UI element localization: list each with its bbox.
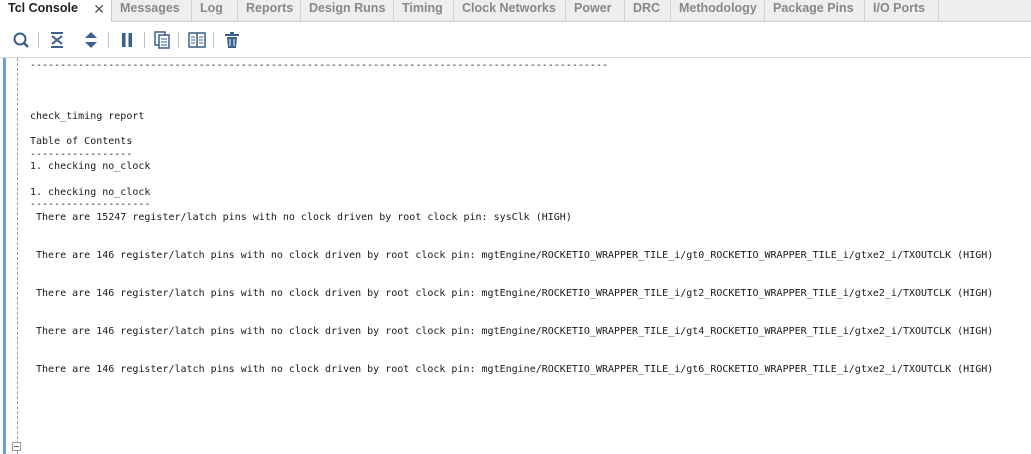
console-line: There are 146 register/latch pins with n… xyxy=(30,363,994,375)
collapse-all-icon[interactable] xyxy=(46,29,68,51)
tab-label: Clock Networks xyxy=(462,1,556,15)
tab-label: Log xyxy=(200,1,223,15)
fold-gutter xyxy=(17,58,18,454)
toolbar-separator xyxy=(178,32,179,48)
console-line: ----------------- xyxy=(30,148,133,160)
close-icon[interactable]: ✕ xyxy=(93,1,105,17)
search-icon[interactable] xyxy=(10,29,32,51)
console-line: There are 146 register/latch pins with n… xyxy=(30,325,994,337)
tab-label: Messages xyxy=(120,1,180,15)
toolbar-separator xyxy=(213,32,214,48)
tab-io-ports[interactable]: I/O Ports xyxy=(865,0,939,22)
console-line: -------------------- xyxy=(30,199,151,211)
tab-clock-networks[interactable]: Clock Networks xyxy=(454,0,566,22)
toolbar-separator xyxy=(144,32,145,48)
tab-label: Design Runs xyxy=(309,1,386,15)
vertical-scrollbar[interactable] xyxy=(1019,58,1031,454)
tab-label: I/O Ports xyxy=(873,1,926,15)
console-toolbar xyxy=(0,22,1031,58)
console-line: There are 146 register/latch pins with n… xyxy=(30,249,994,261)
split-icon[interactable] xyxy=(186,29,208,51)
tab-label: DRC xyxy=(633,1,661,15)
console-accent-bar xyxy=(3,58,6,454)
tab-power[interactable]: Power xyxy=(566,0,625,22)
tab-package-pins[interactable]: Package Pins xyxy=(765,0,865,22)
copy-icon[interactable] xyxy=(151,29,173,51)
toolbar-separator xyxy=(108,32,109,48)
panel-tab-bar: Tcl Console ✕ Messages Log Reports Desig… xyxy=(0,0,1031,22)
tab-label: Tcl Console xyxy=(8,1,78,15)
tab-label: Reports xyxy=(246,1,294,15)
tab-reports[interactable]: Reports xyxy=(238,0,301,22)
console-line: There are 15247 register/latch pins with… xyxy=(30,211,572,223)
tab-label: Package Pins xyxy=(773,1,854,15)
clear-icon[interactable] xyxy=(221,29,243,51)
tab-messages[interactable]: Messages xyxy=(112,0,192,22)
tab-design-runs[interactable]: Design Runs xyxy=(301,0,394,22)
console-line: 1. checking no_clock xyxy=(30,161,151,173)
tab-drc[interactable]: DRC xyxy=(625,0,671,22)
tab-label: Power xyxy=(574,1,612,15)
console-line: 1. checking no_clock xyxy=(30,186,151,198)
toolbar-separator xyxy=(38,32,39,48)
pause-icon[interactable] xyxy=(116,29,138,51)
tab-log[interactable]: Log xyxy=(192,0,238,22)
tab-timing[interactable]: Timing xyxy=(394,0,454,22)
tab-tcl-console[interactable]: Tcl Console ✕ xyxy=(0,0,112,22)
tab-methodology[interactable]: Methodology xyxy=(671,0,765,22)
console-line: check_timing report xyxy=(30,110,145,122)
console-line: There are 146 register/latch pins with n… xyxy=(30,287,994,299)
fold-toggle-icon[interactable] xyxy=(12,442,21,451)
console-line: ----------------------------------------… xyxy=(30,60,608,71)
tab-label: Timing xyxy=(402,1,443,15)
tcl-console-output[interactable]: ----------------------------------------… xyxy=(0,58,1031,454)
expand-all-icon[interactable] xyxy=(80,29,102,51)
console-line: Table of Contents xyxy=(30,135,133,147)
tab-label: Methodology xyxy=(679,1,757,15)
